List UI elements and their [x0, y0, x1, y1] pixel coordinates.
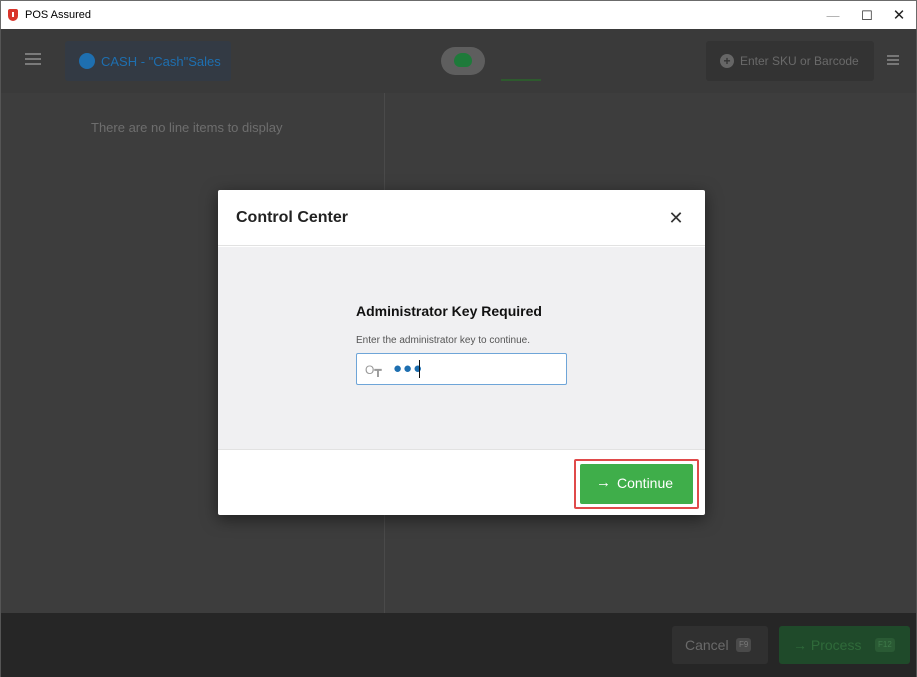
- sync-indicator: [501, 79, 541, 81]
- window-titlebar: POS Assured — ☐ ✕: [0, 0, 917, 29]
- customer-button[interactable]: CASH - "Cash"Sales: [65, 41, 231, 81]
- text-caret: [419, 360, 420, 378]
- minimize-button[interactable]: —: [816, 1, 850, 30]
- continue-label: Continue: [617, 475, 674, 491]
- window-title: POS Assured: [25, 9, 92, 21]
- app-header: CASH - "Cash"Sales + Enter SKU or Barcod…: [1, 29, 916, 93]
- plus-icon: +: [720, 54, 734, 68]
- list-menu-icon[interactable]: [887, 55, 899, 65]
- window-close-button[interactable]: ✕: [882, 1, 916, 30]
- cancel-label: Cancel: [685, 637, 729, 653]
- sku-placeholder: Enter SKU or Barcode: [740, 54, 859, 68]
- process-button[interactable]: → Process F12: [779, 626, 910, 664]
- cloud-sync-button[interactable]: [441, 47, 485, 75]
- dialog-footer: → Continue: [218, 451, 705, 515]
- process-shortcut-badge: F12: [875, 638, 895, 652]
- auth-title: Administrator Key Required: [356, 303, 542, 319]
- user-icon: [79, 53, 95, 69]
- cancel-shortcut-badge: F9: [736, 638, 752, 652]
- key-icon: O┳: [365, 363, 382, 377]
- app-footer: Cancel F9 → Process F12: [1, 613, 916, 677]
- shield-icon: [8, 9, 18, 21]
- continue-button[interactable]: → Continue: [580, 464, 693, 504]
- dialog-title: Control Center: [236, 209, 348, 226]
- process-label: → Process: [793, 637, 862, 653]
- maximize-button[interactable]: ☐: [850, 1, 884, 30]
- arrow-right-icon: →: [596, 474, 611, 491]
- admin-key-input[interactable]: O┳ ●●●: [356, 353, 567, 385]
- sku-search-button[interactable]: + Enter SKU or Barcode: [706, 41, 874, 81]
- hamburger-menu-icon[interactable]: [25, 53, 41, 65]
- cancel-button[interactable]: Cancel F9: [672, 626, 768, 664]
- control-center-dialog: Control Center ✕ Administrator Key Requi…: [218, 190, 705, 515]
- customer-label: CASH - "Cash"Sales: [101, 54, 221, 69]
- dialog-body: Administrator Key Required Enter the adm…: [218, 247, 705, 450]
- empty-line-items-message: There are no line items to display: [91, 120, 283, 135]
- close-icon[interactable]: ✕: [664, 206, 688, 230]
- dialog-header: Control Center ✕: [218, 190, 705, 246]
- auth-subtitle: Enter the administrator key to continue.: [356, 335, 530, 346]
- cloud-check-icon: [454, 53, 472, 67]
